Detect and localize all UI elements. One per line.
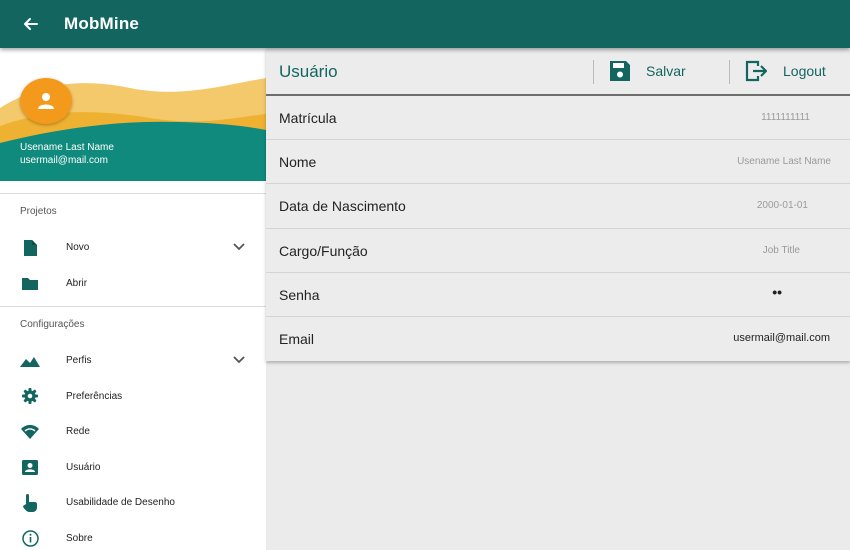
gear-icon xyxy=(20,386,40,406)
nav-item-abrir[interactable]: Abrir xyxy=(0,266,266,302)
nav-item-label: Rede xyxy=(66,426,90,438)
chevron-down-icon[interactable] xyxy=(232,240,246,254)
user-form-panel: Usuário Salvar Logout Matrícula 11111111… xyxy=(266,48,850,362)
logout-button-label: Logout xyxy=(783,63,826,79)
field-value[interactable]: usermail@mail.com xyxy=(733,332,830,344)
field-data-nascimento[interactable]: Data de Nascimento 2000-01-01 xyxy=(266,184,850,229)
field-email[interactable]: Email usermail@mail.com xyxy=(266,317,850,361)
touch-icon xyxy=(20,493,40,513)
field-matricula[interactable]: Matrícula 1111111111 xyxy=(266,96,850,141)
section-title-configuracoes: Configurações xyxy=(20,319,85,330)
nav-item-usabilidade[interactable]: Usabilidade de Desenho xyxy=(0,485,266,521)
person-icon xyxy=(38,93,54,109)
terrain-icon xyxy=(20,351,40,371)
back-arrow-icon[interactable] xyxy=(16,10,44,38)
field-label: Email xyxy=(279,330,315,347)
page-title: Usuário xyxy=(279,62,338,81)
field-label: Cargo/Função xyxy=(279,242,368,259)
field-nome[interactable]: Nome Usename Last Name xyxy=(266,140,850,185)
save-button[interactable]: Salvar xyxy=(610,48,686,94)
app-title: MobMine xyxy=(64,14,140,33)
profile-name: Usename Last Name xyxy=(20,142,114,153)
field-value[interactable]: Job Title xyxy=(763,245,800,256)
nav-item-preferencias[interactable]: Preferências xyxy=(0,379,266,415)
user-card-icon xyxy=(20,457,40,477)
field-value[interactable]: 2000-01-01 xyxy=(757,200,808,211)
nav-item-sobre[interactable]: Sobre xyxy=(0,521,266,550)
divider xyxy=(729,60,730,84)
panel-header: Usuário Salvar Logout xyxy=(266,48,850,96)
nav-item-label: Sobre xyxy=(66,532,93,544)
divider xyxy=(593,60,594,84)
main-content: Usuário Salvar Logout Matrícula 11111111… xyxy=(266,48,850,362)
wifi-icon xyxy=(20,422,40,442)
save-button-label: Salvar xyxy=(646,63,686,79)
field-label: Senha xyxy=(279,286,320,303)
nav-item-label: Preferências xyxy=(66,390,123,402)
field-senha[interactable]: Senha •• xyxy=(266,273,850,317)
nav-item-label: Usabilidade de Desenho xyxy=(66,497,175,509)
save-icon xyxy=(610,61,630,81)
profile-header: Usename Last Name usermail@mail.com xyxy=(0,48,266,181)
nav-item-label: Novo xyxy=(66,242,90,254)
field-label: Matrícula xyxy=(279,110,337,126)
nav-item-novo[interactable]: Novo xyxy=(0,230,266,266)
field-label: Nome xyxy=(279,154,317,171)
chevron-down-icon[interactable] xyxy=(232,353,246,367)
nav-item-perfis[interactable]: Perfis xyxy=(0,343,266,379)
nav-item-usuario[interactable]: Usuário xyxy=(0,450,266,486)
info-icon xyxy=(20,528,40,548)
field-value[interactable]: 1111111111 xyxy=(761,112,810,123)
logout-button[interactable]: Logout xyxy=(745,48,826,94)
section-title-projetos: Projetos xyxy=(20,206,57,217)
nav-item-rede[interactable]: Rede xyxy=(0,414,266,450)
folder-icon xyxy=(20,273,40,293)
field-value[interactable]: Usename Last Name xyxy=(737,156,831,167)
navigation-drawer: Usename Last Name usermail@mail.com Proj… xyxy=(0,48,266,550)
nav-item-label: Usuário xyxy=(66,461,101,473)
file-icon xyxy=(20,238,40,258)
field-cargo-funcao[interactable]: Cargo/Função Job Title xyxy=(266,229,850,273)
app-bar: MobMine xyxy=(0,0,850,48)
logout-icon xyxy=(745,60,767,82)
avatar[interactable] xyxy=(20,78,72,124)
nav-item-label: Perfis xyxy=(66,355,92,367)
profile-email: usermail@mail.com xyxy=(20,155,108,166)
nav-item-label: Abrir xyxy=(66,277,88,289)
field-label: Data de Nascimento xyxy=(279,198,406,215)
password-value[interactable]: •• xyxy=(772,284,782,300)
